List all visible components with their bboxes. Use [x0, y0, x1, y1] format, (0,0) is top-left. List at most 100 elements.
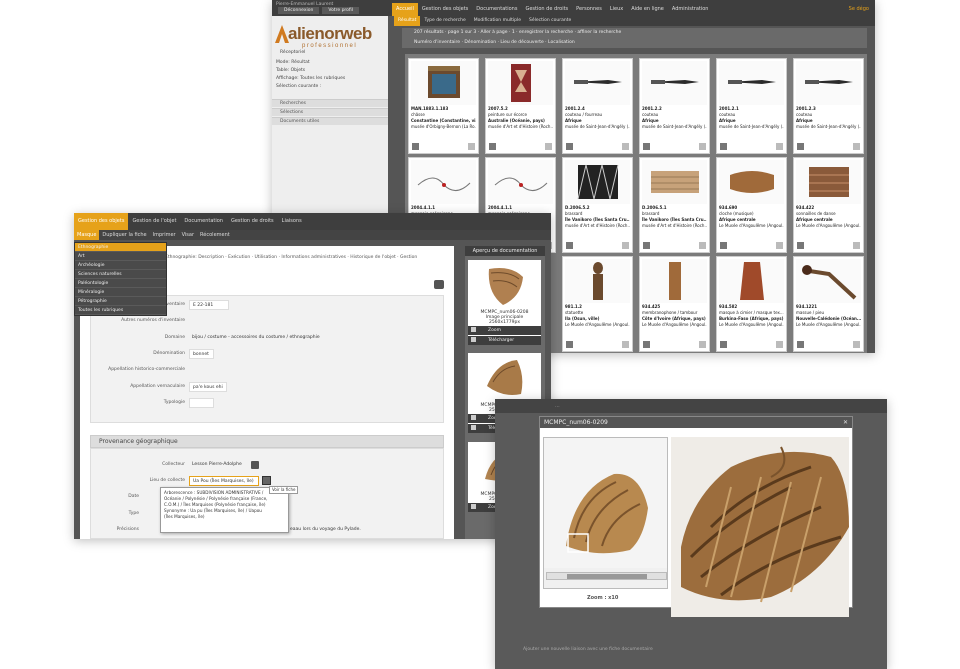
object-thumbnail[interactable] — [719, 259, 784, 303]
link-icon[interactable] — [643, 143, 650, 150]
tab-result[interactable]: Résultat — [394, 16, 421, 26]
menu-item[interactable]: Pétrographie — [75, 297, 166, 306]
select-checkbox[interactable] — [776, 242, 783, 249]
denomination-field[interactable]: bonnet — [189, 349, 214, 359]
link-icon[interactable] — [489, 143, 496, 150]
link-icon[interactable] — [797, 143, 804, 150]
form-section-tabs[interactable]: Ethnographie: Description · Exécution · … — [165, 255, 417, 260]
domain-field[interactable]: bijou / costume - accessoires du costume… — [189, 333, 344, 343]
select-checkbox[interactable] — [853, 143, 860, 150]
link-icon[interactable] — [566, 341, 573, 348]
result-card[interactable]: 981.1.2 statuette Ila (Osun, ville) Le Musé… — [562, 256, 633, 352]
logout-link[interactable]: Se dégo — [849, 6, 869, 12]
link-icon[interactable] — [412, 143, 419, 150]
result-card[interactable]: 2001.2.2 couteau Afrique musée de Saint-Jea… — [639, 58, 710, 154]
link-icon[interactable] — [797, 242, 804, 249]
logout-button[interactable]: Déconnexion — [278, 7, 320, 14]
collapse-button[interactable] — [434, 280, 444, 289]
object-thumbnail[interactable] — [796, 61, 861, 105]
result-card[interactable]: 2001.2.1 couteau Afrique musée de Saint-Jea… — [716, 58, 787, 154]
link-icon[interactable] — [643, 242, 650, 249]
tab-places[interactable]: Lieux — [606, 3, 627, 16]
result-card[interactable]: D.2006.5.1 brassard Île Vanikoro (Îles San… — [639, 157, 710, 253]
link-icon[interactable] — [643, 341, 650, 348]
doc-thumbnail[interactable] — [468, 353, 541, 403]
menu-item[interactable]: Minéralogie — [75, 288, 166, 297]
result-card[interactable]: 2001.2.4 couteau / fourreau Afrique musée d… — [562, 58, 633, 154]
menu-item[interactable]: Paléontologie — [75, 279, 166, 288]
select-checkbox[interactable] — [776, 341, 783, 348]
select-checkbox[interactable] — [622, 242, 629, 249]
side-bar-selections[interactable]: Sélections — [272, 108, 388, 116]
download-icon[interactable] — [251, 461, 259, 469]
overview-thumbnail[interactable] — [543, 437, 668, 589]
object-thumbnail[interactable] — [642, 259, 707, 303]
select-checkbox[interactable] — [622, 341, 629, 348]
tab-home[interactable]: Accueil — [392, 3, 418, 16]
result-card[interactable]: 2001.2.3 couteau Afrique musée de Saint-Jea… — [793, 58, 864, 154]
object-thumbnail[interactable] — [565, 61, 630, 105]
menu-item[interactable]: Sciences naturelles — [75, 270, 166, 279]
side-item[interactable]: Réceptoriel — [280, 50, 305, 55]
provenance-heading[interactable]: Provenance géographique — [90, 435, 444, 448]
result-card[interactable]: 934.422 sonnailles de danse Afrique centra… — [793, 157, 864, 253]
tab-documentation[interactable]: Documentation — [180, 213, 227, 230]
tab-selection[interactable]: Sélection courante — [525, 16, 575, 26]
select-checkbox[interactable] — [699, 143, 706, 150]
object-thumbnail[interactable] — [488, 61, 553, 105]
menu-item[interactable]: Ethnographie — [75, 243, 166, 252]
select-checkbox[interactable] — [776, 143, 783, 150]
tab-documentation[interactable]: Documentations — [472, 3, 521, 16]
tab-rights[interactable]: Gestion de droits — [521, 3, 572, 16]
tab-print[interactable]: Imprimer — [150, 230, 179, 240]
typology-field[interactable] — [189, 398, 214, 408]
result-card[interactable]: 2007.5.2 peinture sur écorce Australie (Oc… — [485, 58, 556, 154]
side-bar-documents[interactable]: Documents utiles — [272, 117, 388, 125]
object-thumbnail[interactable] — [796, 160, 861, 204]
download-button[interactable]: Télécharger — [468, 336, 541, 345]
menu-item[interactable]: Art — [75, 252, 166, 261]
tab-objects[interactable]: Gestion des objets — [418, 3, 472, 16]
link-icon[interactable] — [720, 143, 727, 150]
vernacular-field[interactable]: pa'e kous ehi — [189, 382, 227, 392]
sort-toolbar[interactable]: Numéro d'inventaire · Dénomination · Lie… — [402, 38, 867, 48]
link-icon[interactable] — [720, 242, 727, 249]
menu-item[interactable]: Archéologie — [75, 261, 166, 270]
tab-rights[interactable]: Gestion de droits — [227, 213, 278, 230]
tab-admin[interactable]: Administration — [668, 3, 713, 16]
select-checkbox[interactable] — [622, 143, 629, 150]
tab-links[interactable]: Liaisons — [278, 213, 306, 230]
result-card[interactable]: 934.582 masque à cimier / masque tex... Bu… — [716, 256, 787, 352]
select-checkbox[interactable] — [699, 341, 706, 348]
inventory-number-field[interactable]: E 22-181 — [189, 300, 229, 310]
tab-help[interactable]: Aide en ligne — [627, 3, 668, 16]
collect-place-field[interactable]: Ua Pou (Îles Marquises, île) — [189, 476, 259, 486]
zoom-button[interactable]: Zoom — [468, 326, 541, 335]
result-card[interactable]: MAN.1883.1.183 châsse Constantine (Constan… — [408, 58, 479, 154]
object-thumbnail[interactable] — [411, 61, 476, 105]
profile-button[interactable]: Votre profil — [322, 7, 360, 14]
close-icon[interactable]: ✕ — [843, 417, 848, 428]
select-checkbox[interactable] — [699, 242, 706, 249]
result-card[interactable]: 934.1221 massue / pieu Nouvelle-Calédonie … — [793, 256, 864, 352]
select-checkbox[interactable] — [468, 143, 475, 150]
select-checkbox[interactable] — [545, 143, 552, 150]
object-thumbnail[interactable] — [719, 160, 784, 204]
side-bar-searches[interactable]: Recherches — [272, 99, 388, 107]
link-icon[interactable] — [797, 341, 804, 348]
link-icon[interactable] — [566, 143, 573, 150]
tab-duplicate[interactable]: Dupliquer la fiche — [99, 230, 149, 240]
link-icon[interactable] — [566, 242, 573, 249]
tab-search-type[interactable]: Type de recherche — [420, 16, 469, 26]
tab-mask[interactable]: Masque — [74, 230, 100, 240]
object-thumbnail[interactable] — [642, 160, 707, 204]
result-card[interactable]: 934.425 membranophone / tambour Côte d'Ivo… — [639, 256, 710, 352]
slider-knob[interactable] — [567, 574, 647, 579]
tab-persons[interactable]: Personnes — [572, 3, 606, 16]
select-checkbox[interactable] — [853, 242, 860, 249]
link-icon[interactable] — [720, 341, 727, 348]
pagination-toolbar[interactable]: 207 résultats · page 1 sur 3 · Aller à p… — [402, 28, 867, 38]
view-record-icon[interactable] — [262, 476, 271, 485]
doc-thumbnail[interactable] — [468, 260, 541, 310]
collector-field[interactable]: Lesson Pierre-Adolphe — [189, 460, 245, 470]
